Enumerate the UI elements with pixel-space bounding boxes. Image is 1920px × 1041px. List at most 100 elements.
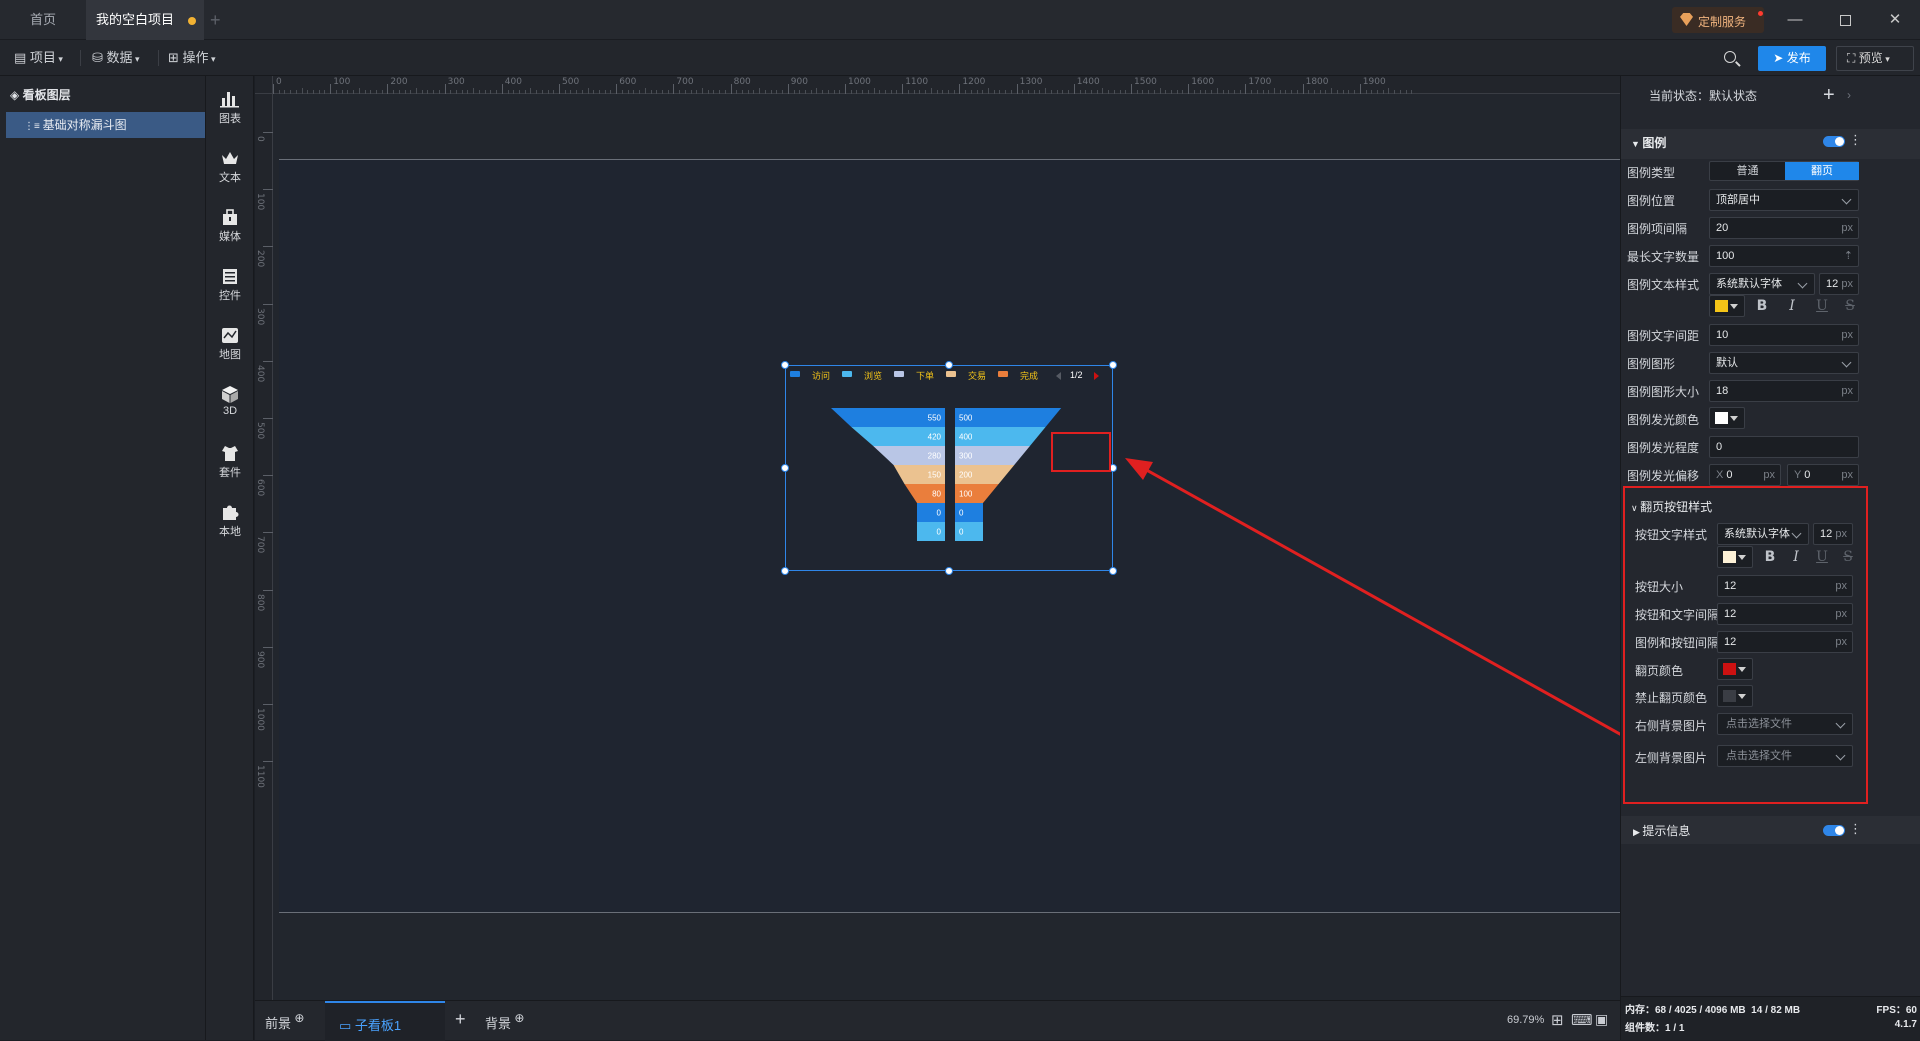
add-state-button[interactable]: +: [1823, 84, 1835, 107]
resize-handle[interactable]: [781, 361, 789, 369]
glow-level-input[interactable]: 0: [1709, 436, 1859, 458]
add-circle-icon[interactable]: ⊕: [511, 1011, 524, 1025]
component-label: 本地: [219, 526, 241, 538]
custom-service-button[interactable]: 定制服务: [1672, 7, 1764, 33]
btn-text-style-label: 按钮文字样式: [1635, 528, 1708, 542]
ruler-tick: [845, 84, 846, 94]
color-swatch: [1715, 300, 1728, 312]
strikethrough-icon[interactable]: S: [1839, 295, 1861, 317]
publish-button[interactable]: ➤ 发布: [1758, 46, 1826, 71]
component-kit-button[interactable]: 套件: [206, 438, 254, 494]
chevron-right-icon[interactable]: ›: [1847, 88, 1851, 102]
legend-gap-input[interactable]: 20 px: [1709, 217, 1859, 239]
ruler-minor-tick: [318, 90, 320, 94]
underline-icon[interactable]: U: [1811, 295, 1833, 317]
underline-icon[interactable]: U: [1811, 546, 1833, 568]
menu-project[interactable]: ▤ 项目 ▾: [14, 40, 63, 76]
menu-data[interactable]: ⛁ 数据 ▾: [92, 40, 140, 76]
component-local-button[interactable]: 本地: [206, 497, 254, 553]
menu-operation[interactable]: ⊞ 操作 ▾: [168, 40, 216, 76]
glow-offset-x-input[interactable]: X 0 px: [1709, 464, 1781, 486]
more-icon[interactable]: ⋮: [1849, 821, 1862, 837]
layer-item[interactable]: ⋮≡ 基础对称漏斗图: [6, 112, 205, 138]
ruler-minor-tick: [742, 90, 744, 94]
bold-icon[interactable]: B: [1751, 295, 1773, 317]
restore-button[interactable]: [1820, 0, 1870, 40]
new-tab-button[interactable]: +: [210, 0, 230, 40]
legend-toggle[interactable]: [1823, 136, 1845, 147]
bold-icon[interactable]: B: [1759, 546, 1781, 568]
keyboard-icon[interactable]: ⌨: [1571, 1011, 1593, 1029]
legend-font-select[interactable]: 系统默认字体: [1709, 273, 1815, 295]
tab-home[interactable]: 首页: [0, 0, 86, 40]
legend-type-normal[interactable]: 普通: [1710, 162, 1785, 180]
shape-select[interactable]: 默认: [1709, 352, 1859, 374]
ruler-minor-tick: [1268, 90, 1270, 94]
tab-project[interactable]: 我的空白项目: [86, 0, 204, 40]
resize-handle[interactable]: [945, 567, 953, 575]
tab-foreground[interactable]: 前景 ⊕: [265, 1011, 304, 1032]
canvas-area[interactable]: 0 100 200 300 400 500 600 700 800 900 1000 1100 1200…: [255, 76, 1836, 1000]
tooltip-section-title[interactable]: ▶ 提示信息: [1633, 822, 1690, 839]
terminal-icon[interactable]: ▣: [1595, 1011, 1608, 1028]
legend-text-color-picker[interactable]: [1709, 295, 1745, 317]
shape-size-input[interactable]: 18 px: [1709, 380, 1859, 402]
stepper-up-icon[interactable]: ⇡: [1844, 246, 1853, 266]
strikethrough-icon[interactable]: S: [1837, 546, 1859, 568]
glow-color-picker[interactable]: [1709, 407, 1745, 429]
ruler-minor-tick: [621, 90, 623, 94]
component-control-button[interactable]: 控件: [206, 261, 254, 317]
btn-size-value: 12: [1724, 580, 1737, 592]
ruler-minor-tick: [427, 90, 429, 94]
component-chart-button[interactable]: 图表: [206, 84, 254, 140]
legend-position-select[interactable]: 顶部居中: [1709, 189, 1859, 211]
tooltip-toggle[interactable]: [1823, 825, 1845, 836]
legend-section-title[interactable]: ▼ 图例: [1631, 134, 1666, 151]
unit-label: px: [1835, 580, 1847, 592]
minimize-button[interactable]: —: [1770, 0, 1820, 40]
ruler-minor-tick: [599, 90, 601, 94]
tab-subboard[interactable]: ▭ 子看板1: [325, 1001, 445, 1041]
resize-handle[interactable]: [781, 464, 789, 472]
right-bg-file-select[interactable]: 点击选择文件: [1717, 713, 1853, 735]
legend-type-paged[interactable]: 翻页: [1785, 162, 1859, 180]
resize-handle[interactable]: [1109, 361, 1117, 369]
component-label: 套件: [219, 467, 241, 479]
btn-text-gap-input[interactable]: 12 px: [1717, 603, 1853, 625]
component-3d-button[interactable]: 3D: [206, 379, 254, 435]
glow-offset-y-input[interactable]: Y 0 px: [1787, 464, 1859, 486]
preview-button[interactable]: ⛶ 预览 ▾: [1836, 46, 1914, 71]
component-map-button[interactable]: 地图: [206, 320, 254, 376]
page-color-picker[interactable]: [1717, 658, 1753, 680]
search-button[interactable]: [1722, 49, 1742, 69]
more-icon[interactable]: ⋮: [1849, 132, 1862, 148]
close-button[interactable]: ✕: [1870, 0, 1920, 40]
ruler-tick: [616, 84, 618, 94]
text-spacing-input[interactable]: 10 px: [1709, 324, 1859, 346]
add-board-button[interactable]: +: [455, 1009, 466, 1030]
legend-font-size-input[interactable]: 12 px: [1819, 273, 1859, 295]
ruler-minor-tick: [1365, 90, 1367, 94]
page-button-section-title[interactable]: ∨ 翻页按钮样式: [1631, 498, 1712, 515]
max-chars-input[interactable]: 100 ⇡: [1709, 245, 1859, 267]
resize-handle[interactable]: [945, 361, 953, 369]
disabled-color-picker[interactable]: [1717, 685, 1753, 707]
color-swatch: [1723, 551, 1736, 563]
component-media-button[interactable]: 媒体: [206, 202, 254, 258]
zoom-level[interactable]: 69.79%: [1507, 1014, 1544, 1026]
left-bg-file-select[interactable]: 点击选择文件: [1717, 745, 1853, 767]
btn-text-color-picker[interactable]: [1717, 546, 1753, 568]
btn-font-size-input[interactable]: 12 px: [1813, 523, 1853, 545]
component-text-button[interactable]: 文本: [206, 143, 254, 199]
italic-icon[interactable]: I: [1781, 295, 1803, 317]
ruler-minor-tick: [759, 88, 761, 94]
btn-size-input[interactable]: 12 px: [1717, 575, 1853, 597]
fit-screen-icon[interactable]: ⊞: [1551, 1011, 1564, 1029]
tab-background[interactable]: 背景 ⊕: [485, 1011, 524, 1032]
legend-btn-gap-input[interactable]: 12 px: [1717, 631, 1853, 653]
italic-icon[interactable]: I: [1785, 546, 1807, 568]
add-circle-icon[interactable]: ⊕: [291, 1011, 304, 1025]
resize-handle[interactable]: [781, 567, 789, 575]
btn-font-select[interactable]: 系统默认字体: [1717, 523, 1809, 545]
ruler-minor-tick: [1308, 90, 1310, 94]
